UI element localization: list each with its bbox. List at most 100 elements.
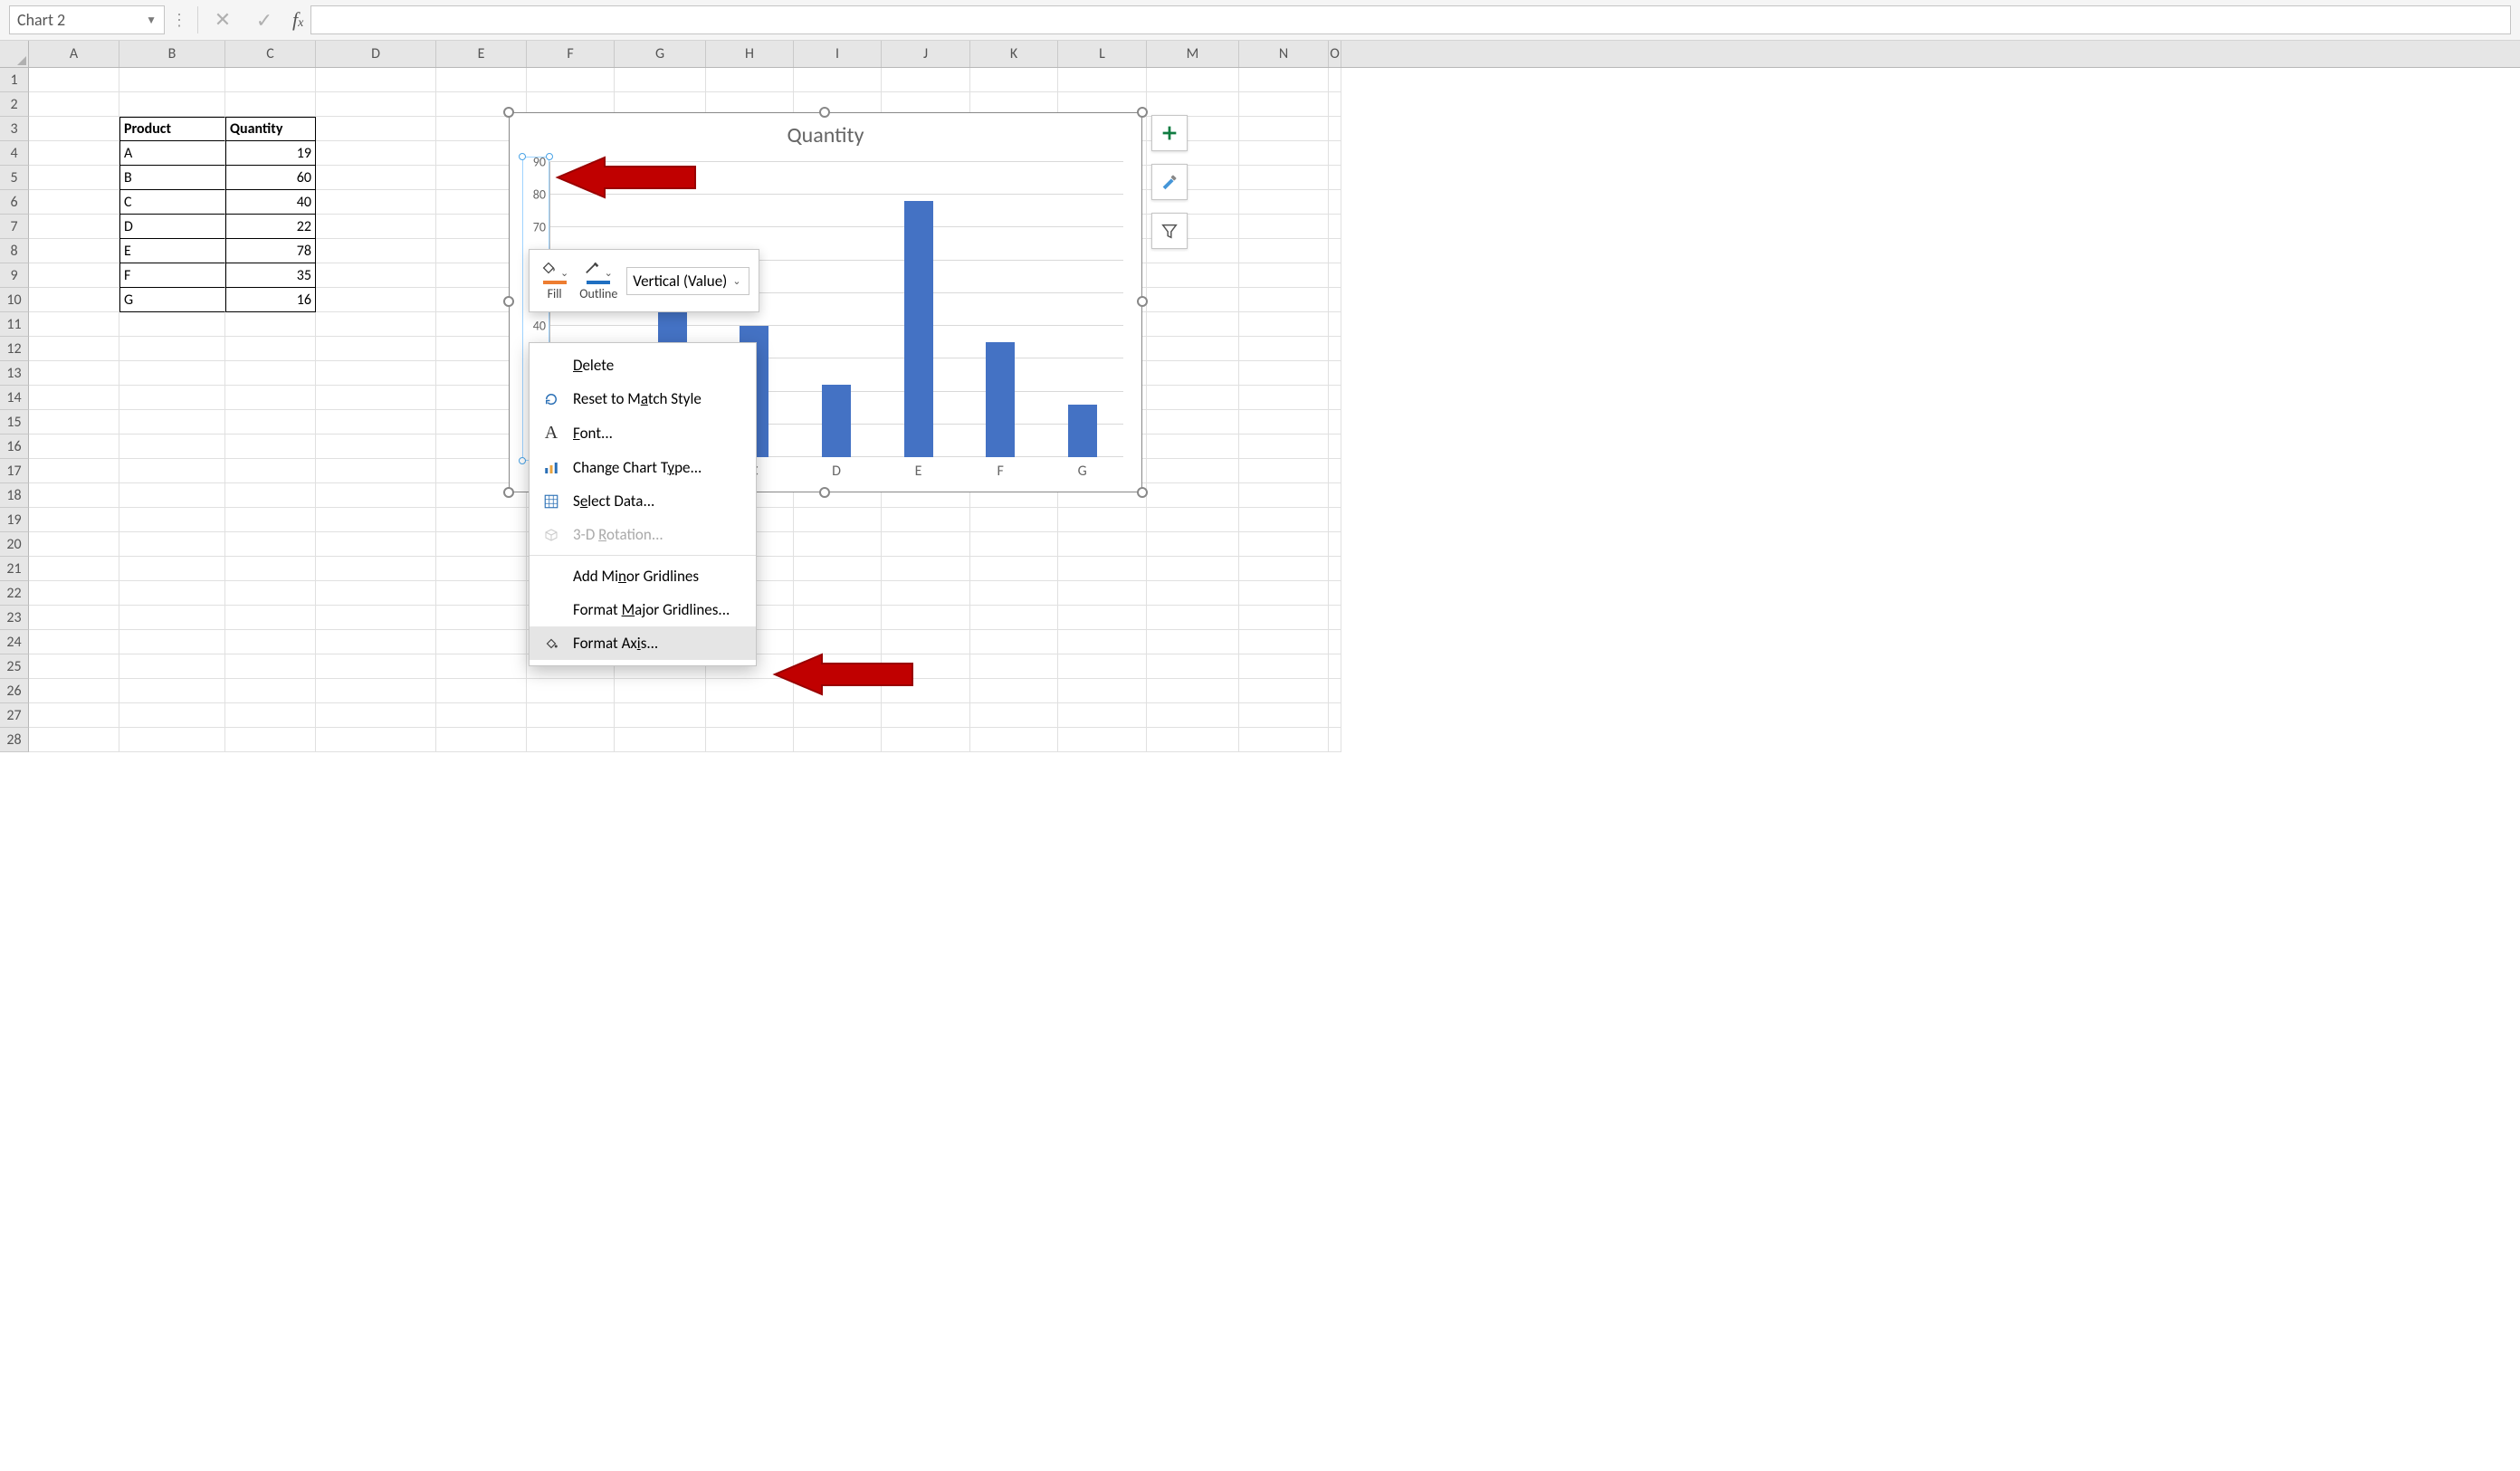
cell-N24[interactable] bbox=[1239, 630, 1329, 654]
cell-C22[interactable] bbox=[225, 581, 316, 606]
cell-N23[interactable] bbox=[1239, 606, 1329, 630]
cell-N17[interactable] bbox=[1239, 459, 1329, 483]
cell-C2[interactable] bbox=[225, 92, 316, 117]
row-header-10[interactable]: 10 bbox=[0, 288, 29, 312]
cell-B3[interactable]: Product bbox=[119, 117, 225, 141]
cell-O19[interactable] bbox=[1329, 508, 1341, 532]
cell-A11[interactable] bbox=[29, 312, 119, 337]
cell-J23[interactable] bbox=[882, 606, 970, 630]
cell-D7[interactable] bbox=[316, 215, 436, 239]
row-header-12[interactable]: 12 bbox=[0, 337, 29, 361]
col-header-L[interactable]: L bbox=[1058, 41, 1147, 67]
formula-input[interactable] bbox=[310, 5, 2511, 34]
cell-M23[interactable] bbox=[1147, 606, 1239, 630]
cell-M27[interactable] bbox=[1147, 703, 1239, 728]
cell-O10[interactable] bbox=[1329, 288, 1341, 312]
cell-O22[interactable] bbox=[1329, 581, 1341, 606]
cell-O2[interactable] bbox=[1329, 92, 1341, 117]
cell-L1[interactable] bbox=[1058, 68, 1147, 92]
cell-H28[interactable] bbox=[706, 728, 794, 752]
cell-D24[interactable] bbox=[316, 630, 436, 654]
cell-A25[interactable] bbox=[29, 654, 119, 679]
cell-D19[interactable] bbox=[316, 508, 436, 532]
fill-button[interactable]: ⌄ Fill bbox=[539, 260, 570, 301]
cell-D13[interactable] bbox=[316, 361, 436, 386]
cell-D9[interactable] bbox=[316, 263, 436, 288]
cell-K20[interactable] bbox=[970, 532, 1058, 557]
cell-A14[interactable] bbox=[29, 386, 119, 410]
cell-C23[interactable] bbox=[225, 606, 316, 630]
cell-I21[interactable] bbox=[794, 557, 882, 581]
cell-L21[interactable] bbox=[1058, 557, 1147, 581]
cell-J28[interactable] bbox=[882, 728, 970, 752]
cell-O28[interactable] bbox=[1329, 728, 1341, 752]
cell-N28[interactable] bbox=[1239, 728, 1329, 752]
cell-O6[interactable] bbox=[1329, 190, 1341, 215]
cell-A19[interactable] bbox=[29, 508, 119, 532]
cell-C10[interactable]: 16 bbox=[225, 288, 316, 312]
cell-D16[interactable] bbox=[316, 435, 436, 459]
cell-O25[interactable] bbox=[1329, 654, 1341, 679]
row-header-27[interactable]: 27 bbox=[0, 703, 29, 728]
cell-B7[interactable]: D bbox=[119, 215, 225, 239]
cell-B15[interactable] bbox=[119, 410, 225, 435]
ctx-fmtaxis[interactable]: Format Axis... bbox=[530, 626, 756, 660]
row-header-3[interactable]: 3 bbox=[0, 117, 29, 141]
cell-E26[interactable] bbox=[436, 679, 527, 703]
cell-C3[interactable]: Quantity bbox=[225, 117, 316, 141]
cell-B6[interactable]: C bbox=[119, 190, 225, 215]
cell-A16[interactable] bbox=[29, 435, 119, 459]
cell-I28[interactable] bbox=[794, 728, 882, 752]
chart-filter-button[interactable] bbox=[1151, 213, 1188, 249]
cell-N27[interactable] bbox=[1239, 703, 1329, 728]
row-header-8[interactable]: 8 bbox=[0, 239, 29, 263]
cell-J1[interactable] bbox=[882, 68, 970, 92]
cell-I27[interactable] bbox=[794, 703, 882, 728]
cell-A23[interactable] bbox=[29, 606, 119, 630]
cell-B19[interactable] bbox=[119, 508, 225, 532]
cell-M25[interactable] bbox=[1147, 654, 1239, 679]
cell-N13[interactable] bbox=[1239, 361, 1329, 386]
cell-A4[interactable] bbox=[29, 141, 119, 166]
cell-C24[interactable] bbox=[225, 630, 316, 654]
cell-M2[interactable] bbox=[1147, 92, 1239, 117]
cell-K24[interactable] bbox=[970, 630, 1058, 654]
col-header-A[interactable]: A bbox=[29, 41, 119, 67]
cell-D5[interactable] bbox=[316, 166, 436, 190]
cell-C19[interactable] bbox=[225, 508, 316, 532]
cell-J27[interactable] bbox=[882, 703, 970, 728]
cell-L19[interactable] bbox=[1058, 508, 1147, 532]
cell-N18[interactable] bbox=[1239, 483, 1329, 508]
cell-C16[interactable] bbox=[225, 435, 316, 459]
cell-C20[interactable] bbox=[225, 532, 316, 557]
cell-J20[interactable] bbox=[882, 532, 970, 557]
row-header-28[interactable]: 28 bbox=[0, 728, 29, 752]
cell-E19[interactable] bbox=[436, 508, 527, 532]
col-header-B[interactable]: B bbox=[119, 41, 225, 67]
cell-K1[interactable] bbox=[970, 68, 1058, 92]
cell-L24[interactable] bbox=[1058, 630, 1147, 654]
cell-D27[interactable] bbox=[316, 703, 436, 728]
cell-C1[interactable] bbox=[225, 68, 316, 92]
cell-D3[interactable] bbox=[316, 117, 436, 141]
cell-O9[interactable] bbox=[1329, 263, 1341, 288]
cell-O18[interactable] bbox=[1329, 483, 1341, 508]
cell-M17[interactable] bbox=[1147, 459, 1239, 483]
cell-D26[interactable] bbox=[316, 679, 436, 703]
cell-A28[interactable] bbox=[29, 728, 119, 752]
cell-K26[interactable] bbox=[970, 679, 1058, 703]
cell-D6[interactable] bbox=[316, 190, 436, 215]
cell-L23[interactable] bbox=[1058, 606, 1147, 630]
bar-D[interactable] bbox=[822, 385, 851, 457]
cell-K23[interactable] bbox=[970, 606, 1058, 630]
ctx-reset[interactable]: Reset to Match Style bbox=[530, 382, 756, 416]
cell-K25[interactable] bbox=[970, 654, 1058, 679]
cell-O1[interactable] bbox=[1329, 68, 1341, 92]
cell-B18[interactable] bbox=[119, 483, 225, 508]
cell-N6[interactable] bbox=[1239, 190, 1329, 215]
cell-C25[interactable] bbox=[225, 654, 316, 679]
col-header-K[interactable]: K bbox=[970, 41, 1058, 67]
bar-G[interactable] bbox=[1068, 405, 1097, 457]
row-header-2[interactable]: 2 bbox=[0, 92, 29, 117]
cell-O21[interactable] bbox=[1329, 557, 1341, 581]
